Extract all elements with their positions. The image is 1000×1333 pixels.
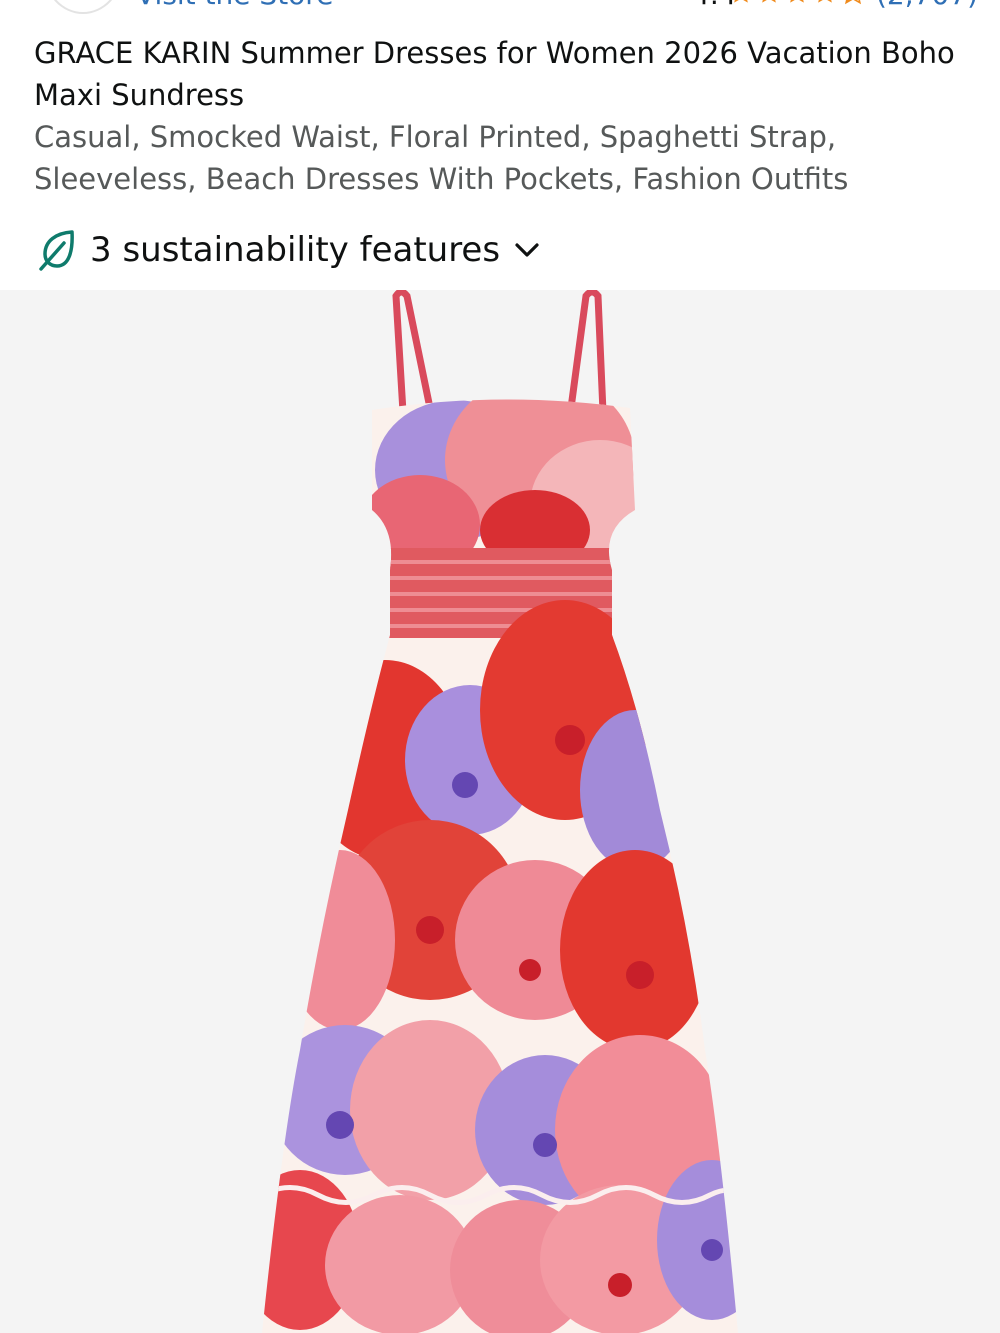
- sustainability-label: 3 sustainability features: [90, 230, 501, 270]
- star-icon: [818, 0, 832, 3]
- product-title-main: GRACE KARIN Summer Dresses for Women 202…: [34, 36, 955, 112]
- star-icon: [762, 0, 776, 3]
- chevron-down-icon: [515, 243, 539, 257]
- store-logo[interactable]: [44, 0, 122, 14]
- review-count-link[interactable]: (2,707): [876, 0, 978, 11]
- product-image-carousel[interactable]: [0, 290, 1000, 1333]
- star-icon: [790, 0, 804, 3]
- store-header-strip: Visit the Store 4.4 (2,707): [0, 0, 1000, 14]
- product-title: GRACE KARIN Summer Dresses for Women 202…: [34, 32, 964, 200]
- star-icon: [734, 0, 748, 3]
- visit-store-link[interactable]: Visit the Store: [136, 0, 333, 11]
- half-star-icon: [844, 0, 862, 5]
- product-title-subtitle: Casual, Smocked Waist, Floral Printed, S…: [34, 120, 849, 196]
- sustainability-features-toggle[interactable]: 3 sustainability features: [38, 226, 542, 274]
- product-image: [262, 290, 738, 1333]
- rating-stars[interactable]: [728, 0, 866, 6]
- leaf-icon: [39, 230, 74, 271]
